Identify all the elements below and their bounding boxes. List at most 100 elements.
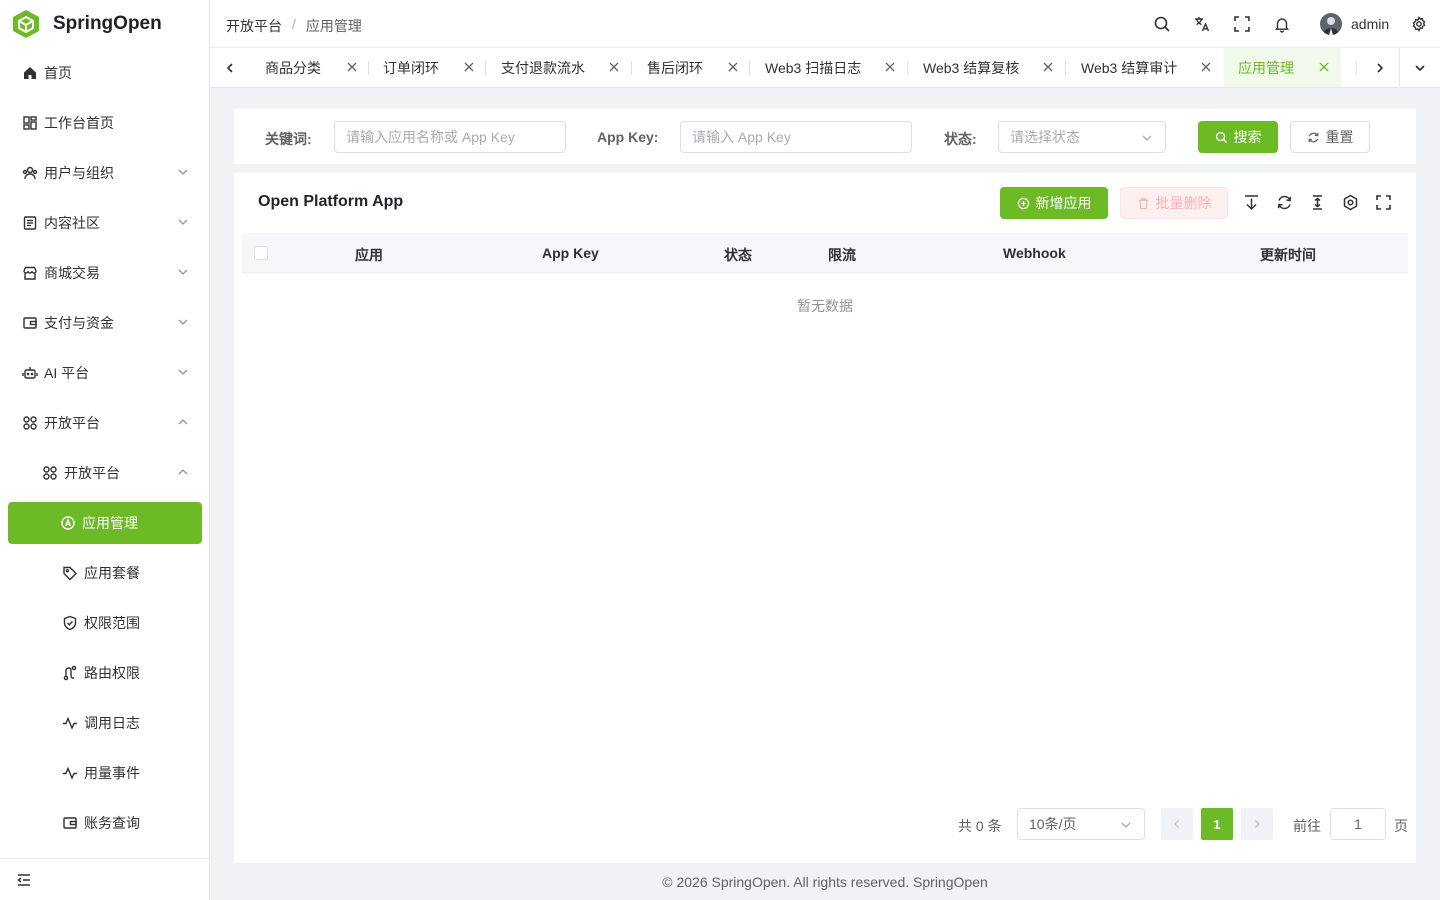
column-header-appkey[interactable]: App Key: [542, 245, 599, 261]
close-icon[interactable]: [1201, 62, 1211, 72]
bell-icon[interactable]: [1273, 15, 1291, 33]
sidebar-item-open-platform[interactable]: 开放平台: [0, 398, 209, 448]
home-icon: [24, 67, 36, 79]
status-select[interactable]: 请选择状态: [998, 121, 1166, 153]
activity-icon: [63, 716, 77, 730]
tab-product-category[interactable]: 商品分类: [251, 48, 369, 87]
sidebar-item-label: 调用日志: [84, 715, 140, 731]
export-icon[interactable]: [1243, 194, 1260, 211]
tabs-scroll-right-button[interactable]: [1365, 48, 1395, 87]
apps-icon: [23, 416, 37, 430]
sidebar-item-payment[interactable]: 支付与资金: [0, 298, 209, 348]
sidebar-item-usage-events[interactable]: 用量事件: [0, 748, 209, 798]
sidebar-item-app-management[interactable]: 应用管理: [8, 502, 202, 544]
row-density-icon[interactable]: [1309, 194, 1326, 211]
logo[interactable]: SpringOpen: [0, 0, 209, 48]
fullscreen-icon[interactable]: [1233, 15, 1251, 33]
sidebar-item-home[interactable]: 首页: [0, 48, 209, 98]
fullscreen-icon[interactable]: [1375, 194, 1392, 211]
table-title: Open Platform App: [258, 193, 404, 210]
close-icon[interactable]: [464, 62, 474, 72]
breadcrumb-item[interactable]: 开放平台: [226, 16, 282, 36]
collapse-sidebar-button[interactable]: [0, 858, 209, 900]
breadcrumb-current: 应用管理: [305, 18, 362, 34]
goto-page-input[interactable]: 1: [1330, 808, 1386, 840]
close-icon[interactable]: [1043, 62, 1053, 72]
reset-button[interactable]: 重置: [1290, 121, 1370, 153]
sidebar-item-label: 权限范围: [84, 615, 140, 631]
sidebar-item-route-permission[interactable]: 路由权限: [0, 648, 209, 698]
tab-order-loop[interactable]: 订单闭环: [369, 48, 486, 87]
column-header-webhook[interactable]: Webhook: [1003, 245, 1066, 261]
column-settings-icon[interactable]: [1342, 194, 1359, 211]
route-icon: [63, 665, 77, 681]
sidebar-item-label: 开放平台: [64, 465, 120, 481]
shield-check-icon: [63, 615, 77, 631]
sidebar-item-ai-platform[interactable]: AI 平台: [0, 348, 209, 398]
search-icon[interactable]: [1153, 15, 1171, 33]
next-page-button[interactable]: [1241, 808, 1273, 840]
close-icon[interactable]: [728, 62, 738, 72]
close-icon[interactable]: [609, 62, 619, 72]
batch-delete-button[interactable]: 批量删除: [1120, 187, 1228, 219]
close-icon[interactable]: [347, 62, 357, 72]
sidebar-item-mall[interactable]: 商城交易: [0, 248, 209, 298]
sidebar-item-label: 工作台首页: [44, 115, 114, 131]
sidebar-submenu-open-platform[interactable]: 开放平台: [0, 448, 209, 498]
page-size-select[interactable]: 10条/页: [1017, 808, 1145, 840]
tab-web3-settlement-audit[interactable]: Web3 结算审计: [1067, 48, 1223, 87]
sidebar-item-label: 账务查询: [84, 815, 140, 831]
tab-payment-refund[interactable]: 支付退款流水: [487, 48, 631, 87]
sidebar-item-call-logs[interactable]: 调用日志: [0, 698, 209, 748]
sidebar-item-billing-query[interactable]: 账务查询: [0, 798, 209, 848]
tab-web3-scan-log[interactable]: Web3 扫描日志: [751, 48, 907, 87]
tabs-bar: 商品分类 订单闭环 支付退款流水 售后闭环 Web3 扫描日志 Web3 结算复…: [210, 48, 1440, 88]
chevron-left-icon: [226, 62, 233, 73]
translate-icon[interactable]: [1193, 15, 1211, 33]
column-header-status[interactable]: 状态: [724, 245, 752, 265]
chevron-up-icon: [178, 419, 188, 425]
avatar[interactable]: [1320, 13, 1342, 35]
sidebar-item-label: 用量事件: [84, 765, 140, 781]
close-icon[interactable]: [1319, 62, 1329, 72]
prev-page-button[interactable]: [1161, 808, 1193, 840]
chevron-right-icon: [1255, 820, 1260, 828]
tab-web3-settlement-review[interactable]: Web3 结算复核: [909, 48, 1065, 87]
close-icon[interactable]: [885, 62, 895, 72]
sidebar-item-app-plans[interactable]: 应用套餐: [0, 548, 209, 598]
tab-app-management[interactable]: 应用管理: [1224, 48, 1341, 87]
add-app-label: 新增应用: [1035, 195, 1092, 211]
username[interactable]: admin: [1351, 16, 1389, 32]
select-all-checkbox[interactable]: [254, 246, 268, 260]
tab-divider: [1399, 48, 1400, 87]
keyword-input[interactable]: 请输入应用名称或 App Key: [334, 121, 566, 153]
sidebar-item-users-org[interactable]: 用户与组织: [0, 148, 209, 198]
sidebar-item-workbench[interactable]: 工作台首页: [0, 98, 209, 148]
chevron-down-icon: [1142, 135, 1152, 141]
column-header-updated-at[interactable]: 更新时间: [1260, 245, 1316, 265]
refresh-icon[interactable]: [1276, 194, 1293, 211]
dashboard-grid-icon: [23, 116, 37, 130]
tab-after-sales[interactable]: 售后闭环: [633, 48, 750, 87]
sidebar-item-label: 应用套餐: [84, 565, 140, 581]
search-icon: [1215, 131, 1227, 143]
keyword-label: 关键词:: [265, 131, 312, 147]
tabs-scroll-left-button[interactable]: [215, 48, 245, 87]
column-header-app[interactable]: 应用: [355, 245, 383, 265]
robot-icon: [22, 367, 38, 379]
apps-icon: [43, 466, 57, 480]
sidebar-item-permission-scope[interactable]: 权限范围: [0, 598, 209, 648]
search-button[interactable]: 搜索: [1198, 121, 1278, 153]
appkey-placeholder: 请输入 App Key: [692, 129, 791, 145]
tabs-menu-button[interactable]: [1405, 48, 1435, 87]
document-icon: [23, 216, 37, 230]
appkey-input[interactable]: 请输入 App Key: [680, 121, 912, 153]
app-icon: [61, 516, 75, 530]
column-header-rate-limit[interactable]: 限流: [828, 245, 856, 265]
sidebar-item-content[interactable]: 内容社区: [0, 198, 209, 248]
settings-gear-icon[interactable]: [1411, 16, 1427, 32]
page-number-button[interactable]: 1: [1201, 808, 1233, 840]
add-app-button[interactable]: 新增应用: [1000, 187, 1108, 219]
tab-label: Web3 扫描日志: [765, 59, 862, 76]
search-form: 关键词: 请输入应用名称或 App Key App Key: 请输入 App K…: [234, 109, 1416, 164]
